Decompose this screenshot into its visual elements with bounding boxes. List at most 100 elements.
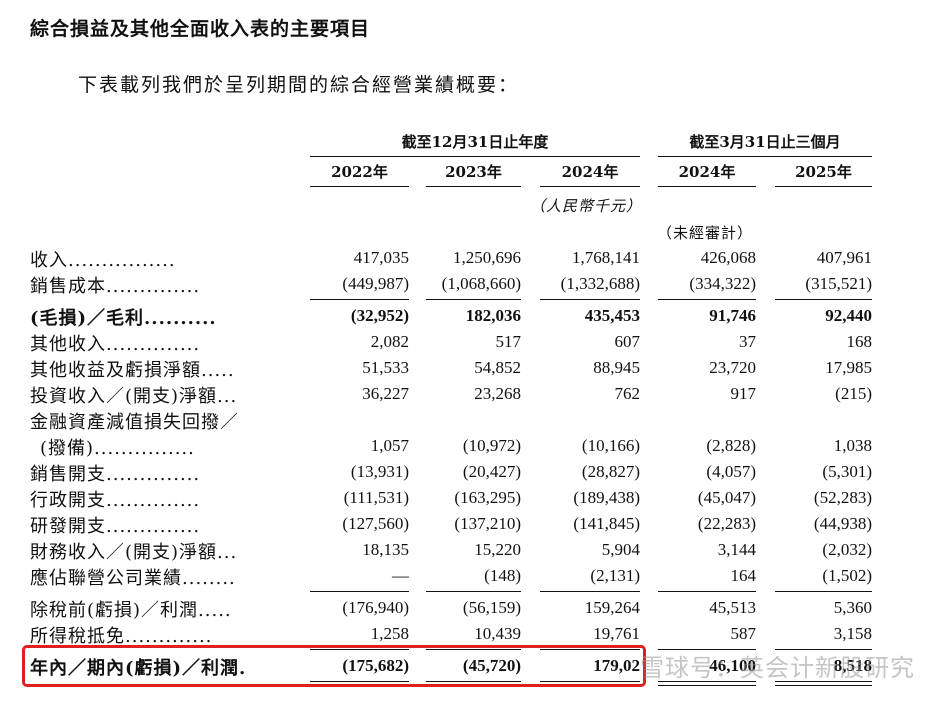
table-row: 金融資產減值損失回撥／ xyxy=(0,408,946,434)
row-label: (毛損)／毛利.......... xyxy=(30,308,217,329)
row-label: 銷售成本.............. xyxy=(30,276,201,297)
table-cell: (111,531) xyxy=(343,488,409,507)
watermark: 雪球号：英会计新股研究 xyxy=(640,654,915,682)
row-label: 金融資產減值損失回撥／ xyxy=(30,412,239,433)
column-rule xyxy=(775,186,872,187)
table-cell: (2,131) xyxy=(590,566,640,585)
table-cell: 1,057 xyxy=(370,436,409,455)
table-cell: 23,720 xyxy=(709,358,756,377)
table-cell: 159,264 xyxy=(584,598,640,617)
table-cell: (1,332,688) xyxy=(560,274,640,293)
column-rule xyxy=(658,186,756,187)
table-cell: 407,961 xyxy=(816,248,872,267)
table-cell: 607 xyxy=(614,332,641,351)
table-row: 應佔聯營公司業績........ — (148) (2,131) 164 (1,… xyxy=(0,564,946,590)
column-header-2025-q1: 2025年 xyxy=(795,163,852,181)
table-row: 銷售開支.............. (13,931) (20,427) (28… xyxy=(0,460,946,486)
row-label: 應佔聯營公司業績........ xyxy=(30,568,236,589)
table-cell: (148) xyxy=(484,566,521,585)
table-cell: (10,166) xyxy=(581,436,640,455)
section-heading: 綜合損益及其他全面收入表的主要項目 xyxy=(30,18,371,40)
table-cell: (137,210) xyxy=(454,514,521,533)
table-row: 銷售成本.............. (449,987) (1,068,660)… xyxy=(0,272,946,298)
table-cell: (52,283) xyxy=(813,488,872,507)
intro-text: 下表載列我們於呈列期間的綜合經營業績概要： xyxy=(78,74,520,96)
table-row: (撥備)............... 1,057 (10,972) (10,1… xyxy=(0,434,946,460)
table-cell: 18,135 xyxy=(362,540,409,559)
table-cell: (1,068,660) xyxy=(441,274,521,293)
table-cell: (32,952) xyxy=(350,306,409,325)
column-header-2022: 2022年 xyxy=(331,163,388,181)
subtotal-rule xyxy=(775,591,872,592)
table-cell: (45,047) xyxy=(697,488,756,507)
row-label: (撥備)............... xyxy=(40,438,195,459)
table-row: 行政開支.............. (111,531) (163,295) (… xyxy=(0,486,946,512)
subtotal-rule xyxy=(658,299,756,300)
table-cell: (44,938) xyxy=(813,514,872,533)
table-cell: 164 xyxy=(730,566,757,585)
table-cell: 3,144 xyxy=(717,540,756,559)
table-cell: 17,985 xyxy=(825,358,872,377)
table-cell: 10,439 xyxy=(474,624,521,643)
unaudited-note: （未經審計） xyxy=(656,224,753,242)
table-row: 財務收入／(開支)淨額... 18,135 15,220 5,904 3,144… xyxy=(0,538,946,564)
row-label: 投資收入／(開支)淨額... xyxy=(30,386,238,407)
table-cell: (22,283) xyxy=(697,514,756,533)
subtotal-rule xyxy=(426,591,521,592)
table-cell: (127,560) xyxy=(342,514,409,533)
table-cell: 417,035 xyxy=(353,248,409,267)
table-cell: (5,301) xyxy=(822,462,872,481)
table-cell: (176,940) xyxy=(342,598,409,617)
table-cell: 3,158 xyxy=(833,624,872,643)
table-cell: (28,827) xyxy=(581,462,640,481)
subtotal-rule xyxy=(775,299,872,300)
table-cell: 88,945 xyxy=(593,358,640,377)
table-cell: 54,852 xyxy=(474,358,521,377)
subtotal-rule xyxy=(310,299,409,300)
table-cell: 51,533 xyxy=(362,358,409,377)
table-cell: 19,761 xyxy=(593,624,640,643)
row-label: 研發開支.............. xyxy=(30,516,201,537)
column-header-2024-q1: 2024年 xyxy=(678,163,736,181)
table-cell: 1,250,696 xyxy=(453,248,521,267)
column-header-2024: 2024年 xyxy=(561,163,619,181)
table-cell: 37 xyxy=(739,332,756,351)
table-cell: 45,513 xyxy=(709,598,756,617)
table-cell: (56,159) xyxy=(462,598,521,617)
subtotal-rule xyxy=(540,299,640,300)
table-cell: 2,082 xyxy=(370,332,409,351)
table-cell: 435,453 xyxy=(584,306,640,325)
column-rule xyxy=(426,186,521,187)
table-cell: 917 xyxy=(730,384,757,403)
table-row: (毛損)／毛利.......... (32,952) 182,036 435,4… xyxy=(0,304,946,330)
table-cell: 1,258 xyxy=(370,624,409,643)
table-cell: (13,931) xyxy=(350,462,409,481)
table-row: 除稅前(虧損)／利潤..... (176,940) (56,159) 159,2… xyxy=(0,596,946,622)
table-cell: 23,268 xyxy=(474,384,521,403)
table-cell: (4,057) xyxy=(706,462,756,481)
table-cell: (20,427) xyxy=(462,462,521,481)
subtotal-rule xyxy=(310,591,409,592)
row-label: 除稅前(虧損)／利潤..... xyxy=(30,600,232,621)
column-header-2023: 2023年 xyxy=(445,163,502,181)
row-label: 其他收入.............. xyxy=(30,334,201,355)
row-label: 財務收入／(開支)淨額... xyxy=(30,542,238,563)
table-cell: 5,360 xyxy=(833,598,872,617)
quarter-group-rule xyxy=(658,156,872,157)
table-cell: 168 xyxy=(846,332,873,351)
table-cell: 587 xyxy=(730,624,757,643)
table-cell: (189,438) xyxy=(573,488,640,507)
table-cell: 91,746 xyxy=(709,306,756,325)
table-cell: (215) xyxy=(835,384,872,403)
quarter-group-title: 截至3月31日止三個月 xyxy=(689,133,841,151)
table-row: 其他收益及虧損淨額..... 51,533 54,852 88,945 23,7… xyxy=(0,356,946,382)
table-row: 研發開支.............. (127,560) (137,210) (… xyxy=(0,512,946,538)
table-cell: (2,032) xyxy=(822,540,872,559)
subtotal-rule xyxy=(658,591,756,592)
table-cell: 762 xyxy=(614,384,641,403)
table-row: 投資收入／(開支)淨額... 36,227 23,268 762 917 (21… xyxy=(0,382,946,408)
subtotal-rule xyxy=(426,299,521,300)
table-cell: (163,295) xyxy=(454,488,521,507)
row-label: 其他收益及虧損淨額..... xyxy=(30,360,235,381)
table-cell: (315,521) xyxy=(805,274,872,293)
